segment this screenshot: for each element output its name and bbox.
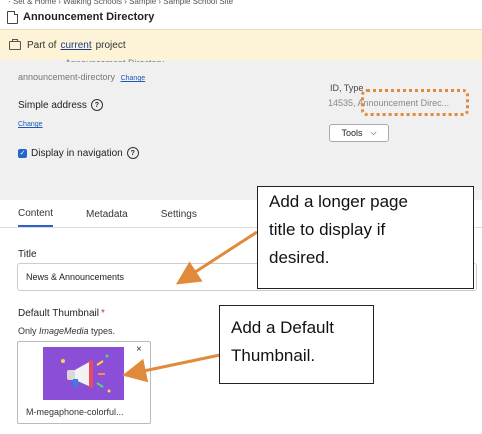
- arrow-to-thumbnail: [122, 353, 221, 383]
- callout-title-tip: Add a longer page title to display if de…: [257, 186, 474, 289]
- callout-line: Add a longer page: [269, 192, 408, 211]
- callout-line: title to display if: [269, 220, 386, 239]
- callout-line: Add a Default: [231, 318, 335, 337]
- arrow-to-title: [175, 230, 258, 285]
- callout-thumbnail-tip: Add a Default Thumbnail.: [219, 305, 374, 384]
- callout-line: Thumbnail.: [231, 346, 316, 365]
- callout-line: desired.: [269, 248, 330, 267]
